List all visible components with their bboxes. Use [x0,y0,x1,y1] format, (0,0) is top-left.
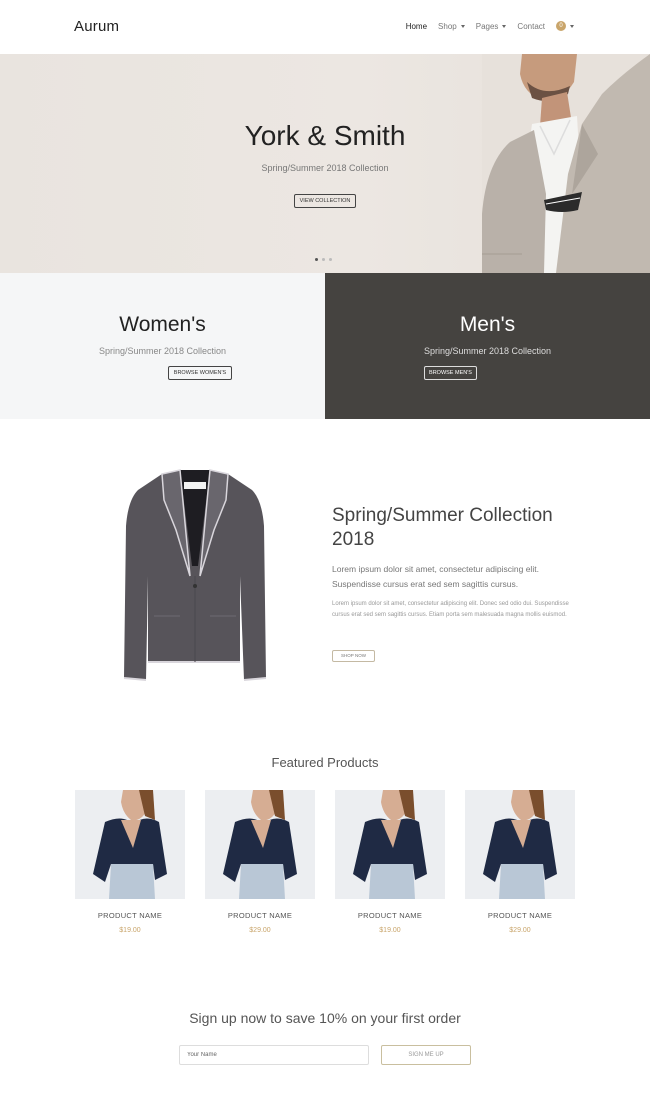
nav-item-shop[interactable]: Shop [438,22,465,31]
nav-item-label: Home [405,21,428,31]
product-price: $19.00 [119,927,141,934]
shop-now-button[interactable]: Shop Now [332,650,375,662]
caret-down-icon [570,24,574,28]
product-image[interactable] [335,790,445,899]
view-collection-button[interactable]: View Collection [294,194,356,208]
product-card[interactable]: PRODUCT NAME $29.00 [205,790,315,934]
slider-dot[interactable] [329,258,332,261]
caret-down-icon [502,24,507,28]
category-title: Women's [119,313,206,336]
caret-down-icon [460,24,465,28]
site-logo[interactable]: Aurum [74,18,119,35]
name-input[interactable] [179,1045,369,1065]
product-card[interactable]: PRODUCT NAME $19.00 [75,790,185,934]
collection-body-text: Lorem ipsum dolor sit amet, consectetur … [332,601,569,618]
featured-products-title: Featured Products [271,755,379,770]
product-name[interactable]: PRODUCT NAME [465,911,575,920]
product-price: $19.00 [379,927,401,934]
nav-item-pages[interactable]: Pages [476,22,507,31]
cart-count-badge: 0 [556,21,566,31]
product-name[interactable]: PRODUCT NAME [75,911,185,920]
collection-lead-text: Lorem ipsum dolor sit amet, consectetur … [332,564,539,589]
slider-dot[interactable] [315,258,318,261]
product-card[interactable]: PRODUCT NAME $29.00 [465,790,575,934]
category-subtitle: Spring/Summer 2018 Collection [423,346,552,356]
nav-item-home[interactable]: Home [406,22,427,31]
product-price: $29.00 [509,927,531,934]
signup-title: Sign up now to save 10% on your first or… [189,1010,461,1026]
browse-mens-button[interactable]: Browse Men's [424,366,477,380]
nav-item-label: Shop [438,21,457,31]
nav-item-contact[interactable]: Contact [517,22,545,31]
collection-title: Spring/Summer Collection 2018 [332,505,553,550]
sign-me-up-button[interactable]: Sign Me Up [381,1045,471,1065]
jacket-product-image [123,469,267,681]
mens-category-banner[interactable]: Men's Spring/Summer 2018 Collection Brow… [325,273,650,419]
slider-dots [315,258,332,261]
category-subtitle: Spring/Summer 2018 Collection [98,346,227,356]
main-menu: Home Shop Pages Contact 0 [406,21,574,31]
category-title: Men's [459,313,516,336]
nav-item-label: Pages [475,21,499,31]
product-image[interactable] [205,790,315,899]
nav-item-label: Contact [517,21,545,31]
product-price: $29.00 [249,927,271,934]
slider-dot[interactable] [322,258,325,261]
product-card[interactable]: PRODUCT NAME $19.00 [335,790,445,934]
womens-category-banner[interactable]: Women's Spring/Summer 2018 Collection Br… [0,273,325,419]
product-image[interactable] [465,790,575,899]
hero-slider: York & Smith Spring/Summer 2018 Collecti… [0,54,650,273]
hero-model-image [482,54,650,273]
cart-menu[interactable]: 0 [556,21,574,31]
product-name[interactable]: PRODUCT NAME [205,911,315,920]
product-name[interactable]: PRODUCT NAME [335,911,445,920]
browse-womens-button[interactable]: Browse Women's [168,366,232,380]
top-navbar: Aurum Home Shop Pages Contact 0 [0,0,650,54]
product-image[interactable] [75,790,185,899]
